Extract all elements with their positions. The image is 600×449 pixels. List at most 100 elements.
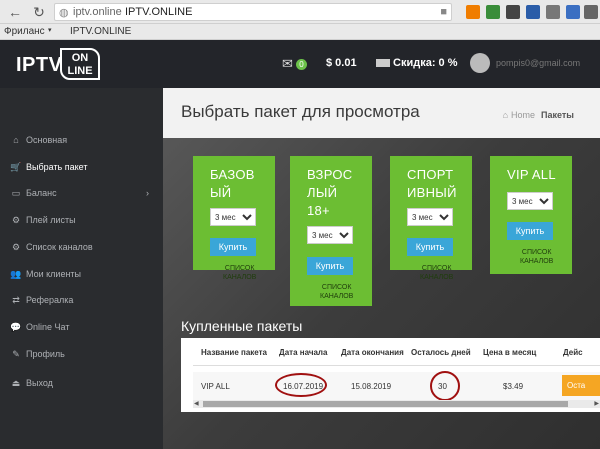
sidebar-item[interactable]: ⚙ Список каналов <box>0 234 163 260</box>
reload-icon[interactable]: ↻ <box>30 3 48 21</box>
extension-icon[interactable] <box>526 5 540 19</box>
extension-icon[interactable] <box>546 5 560 19</box>
main-content: Выбрать пакет для просмотра ⌂ Home Пакеты … <box>163 88 600 449</box>
cell-end: 15.08.2019 <box>351 382 392 391</box>
period-select[interactable]: 3 мес <box>507 192 553 210</box>
extension-icon[interactable] <box>506 5 520 19</box>
share-icon: ⇄ <box>12 295 20 305</box>
sidebar-item-label: Основная <box>26 135 68 145</box>
download-icon[interactable] <box>584 5 598 19</box>
channel-list-link[interactable]: СПИСОК КАНАЛОВ <box>420 264 453 282</box>
extension-icon[interactable] <box>566 5 580 19</box>
sidebar-item-label: Профиль <box>26 349 65 359</box>
user-name[interactable]: pompis0@gmail.com <box>496 58 580 68</box>
sidebar-item-label: Выход <box>26 378 53 388</box>
bookmarks-bar: Фриланс ▾ IPTV.ONLINE <box>0 24 600 40</box>
sidebar-item-label: Online Чат <box>26 322 70 332</box>
back-icon[interactable]: ← <box>6 3 24 21</box>
sidebar-item[interactable]: ⇄ Рефералка <box>0 287 163 313</box>
cart-icon: 🛒 <box>10 162 22 172</box>
sidebar-item-label: Список каналов <box>26 242 93 252</box>
extension-icon[interactable] <box>486 5 500 19</box>
home-icon: ⌂ <box>13 135 19 145</box>
period-select[interactable]: 3 мес <box>407 208 453 226</box>
status-button[interactable]: Оста <box>562 375 600 396</box>
buy-button[interactable]: Купить <box>507 222 553 240</box>
channel-list-link[interactable]: СПИСОК КАНАЛОВ <box>223 264 256 282</box>
chat-icon: 💬 <box>10 322 22 332</box>
col-header-start: Дата начала <box>279 348 328 357</box>
address-url: iptv.online <box>73 6 122 18</box>
chevron-right-icon: › <box>146 188 149 198</box>
scroll-right-icon[interactable]: ▶ <box>594 400 599 407</box>
buy-button[interactable]: Купить <box>307 257 353 275</box>
col-header-days: Осталось дней <box>411 348 471 357</box>
sidebar-item[interactable]: 💬 Online Чат <box>0 314 163 340</box>
package-name: VIP ALL <box>507 167 556 182</box>
mail-count-badge: 0 <box>296 59 307 70</box>
odnoklassniki-extension-icon[interactable] <box>466 5 480 19</box>
sidebar-item-label: Выбрать пакет <box>26 162 88 172</box>
breadcrumb-home[interactable]: Home <box>511 110 535 120</box>
browser-toolbar: ← ↻ ◍ iptv.online IPTV.ONLINE ■ <box>0 0 600 24</box>
col-header-end: Дата окончания <box>341 348 404 357</box>
package-name: БАЗОВ ЫЙ <box>210 167 255 200</box>
title-bar: Выбрать пакет для просмотра ⌂ Home Пакеты <box>163 88 600 138</box>
scroll-thumb[interactable] <box>203 401 568 407</box>
channel-list-link[interactable]: СПИСОК КАНАЛОВ <box>320 283 353 301</box>
discount[interactable]: Скидка: 0 % <box>376 57 458 69</box>
discount-tag-icon <box>376 59 390 68</box>
avatar[interactable] <box>470 53 490 73</box>
package-card: СПОРТ ИВНЫЙ 3 мес Купить СПИСОК КАНАЛОВ <box>390 156 472 281</box>
buy-button[interactable]: Купить <box>210 238 256 256</box>
sidebar-item-label: Мои клиенты <box>26 269 82 279</box>
period-select[interactable]: 3 мес <box>210 208 256 226</box>
table-row <box>193 372 600 400</box>
address-bar[interactable]: ◍ iptv.online IPTV.ONLINE ■ <box>54 3 452 21</box>
annotation-circle-days <box>430 371 460 401</box>
gear-icon: ⚙ <box>11 242 21 252</box>
users-icon: 👥 <box>10 269 22 279</box>
sidebar-item[interactable]: 👥 Мои клиенты <box>0 261 163 287</box>
bookmark-star-icon[interactable]: ■ <box>440 4 447 20</box>
sidebar-item[interactable]: ⚙ Плей листы <box>0 207 163 233</box>
edit-icon: ✎ <box>12 349 20 359</box>
page-title: Выбрать пакет для просмотра <box>181 102 420 121</box>
sidebar: ⌂ Основная 🛒 Выбрать пакет ▭ Баланс › ⚙ Плей лис… <box>0 88 163 449</box>
cell-name: VIP ALL <box>201 382 230 391</box>
sidebar-item-label: Плей листы <box>26 215 76 225</box>
package-name: ВЗРОС ЛЫЙ 18+ <box>307 167 353 218</box>
mail-icon[interactable]: ✉ <box>282 56 293 72</box>
package-card: ВЗРОС ЛЫЙ 18+ 3 мес Купить СПИСОК КАНАЛОВ <box>290 156 372 306</box>
period-select[interactable]: 3 мес <box>307 226 353 244</box>
card-icon: ▭ <box>11 188 21 198</box>
purchased-title: Купленные пакеты <box>181 318 303 334</box>
cell-price: $3.49 <box>503 382 524 391</box>
breadcrumb: ⌂ Home Пакеты <box>503 110 574 120</box>
bookmark-freelance[interactable]: Фриланс <box>4 26 45 37</box>
col-header-actions: Дейс <box>563 348 583 357</box>
col-header-price: Цена в месяц <box>483 348 537 357</box>
annotation-circle-start <box>275 373 327 397</box>
channel-list-link[interactable]: СПИСОК КАНАЛОВ <box>520 248 553 266</box>
scroll-left-icon[interactable]: ◀ <box>194 400 199 407</box>
buy-button[interactable]: Купить <box>407 238 453 256</box>
chevron-down-icon: ▾ <box>48 27 52 34</box>
sidebar-item-label: Баланс <box>26 188 57 198</box>
bookmark-iptv[interactable]: IPTV.ONLINE <box>70 26 131 37</box>
horizontal-scrollbar[interactable]: ◀ ▶ <box>193 400 600 408</box>
site-header: IPTV ON LINE ✉ 0 $ 0.01 Скидка: 0 % pomp… <box>0 40 600 88</box>
sidebar-item[interactable]: ⏏ Выход <box>0 370 163 396</box>
balance[interactable]: $ 0.01 <box>326 57 357 69</box>
sidebar-item[interactable]: ✎ Профиль <box>0 341 163 367</box>
sidebar-item[interactable]: ▭ Баланс › <box>0 180 163 206</box>
purchased-table: Название пакета Дата начала Дата окончан… <box>181 338 600 412</box>
address-page-title: IPTV.ONLINE <box>125 6 193 18</box>
package-card: БАЗОВ ЫЙ 3 мес Купить СПИСОК КАНАЛОВ <box>193 156 275 281</box>
sidebar-item[interactable]: ⌂ Основная <box>0 127 163 153</box>
logout-icon: ⏏ <box>11 378 21 388</box>
sidebar-item[interactable]: 🛒 Выбрать пакет <box>0 154 163 180</box>
globe-icon: ◍ <box>59 7 69 19</box>
header-divider <box>193 365 600 366</box>
home-icon: ⌂ <box>502 110 509 120</box>
